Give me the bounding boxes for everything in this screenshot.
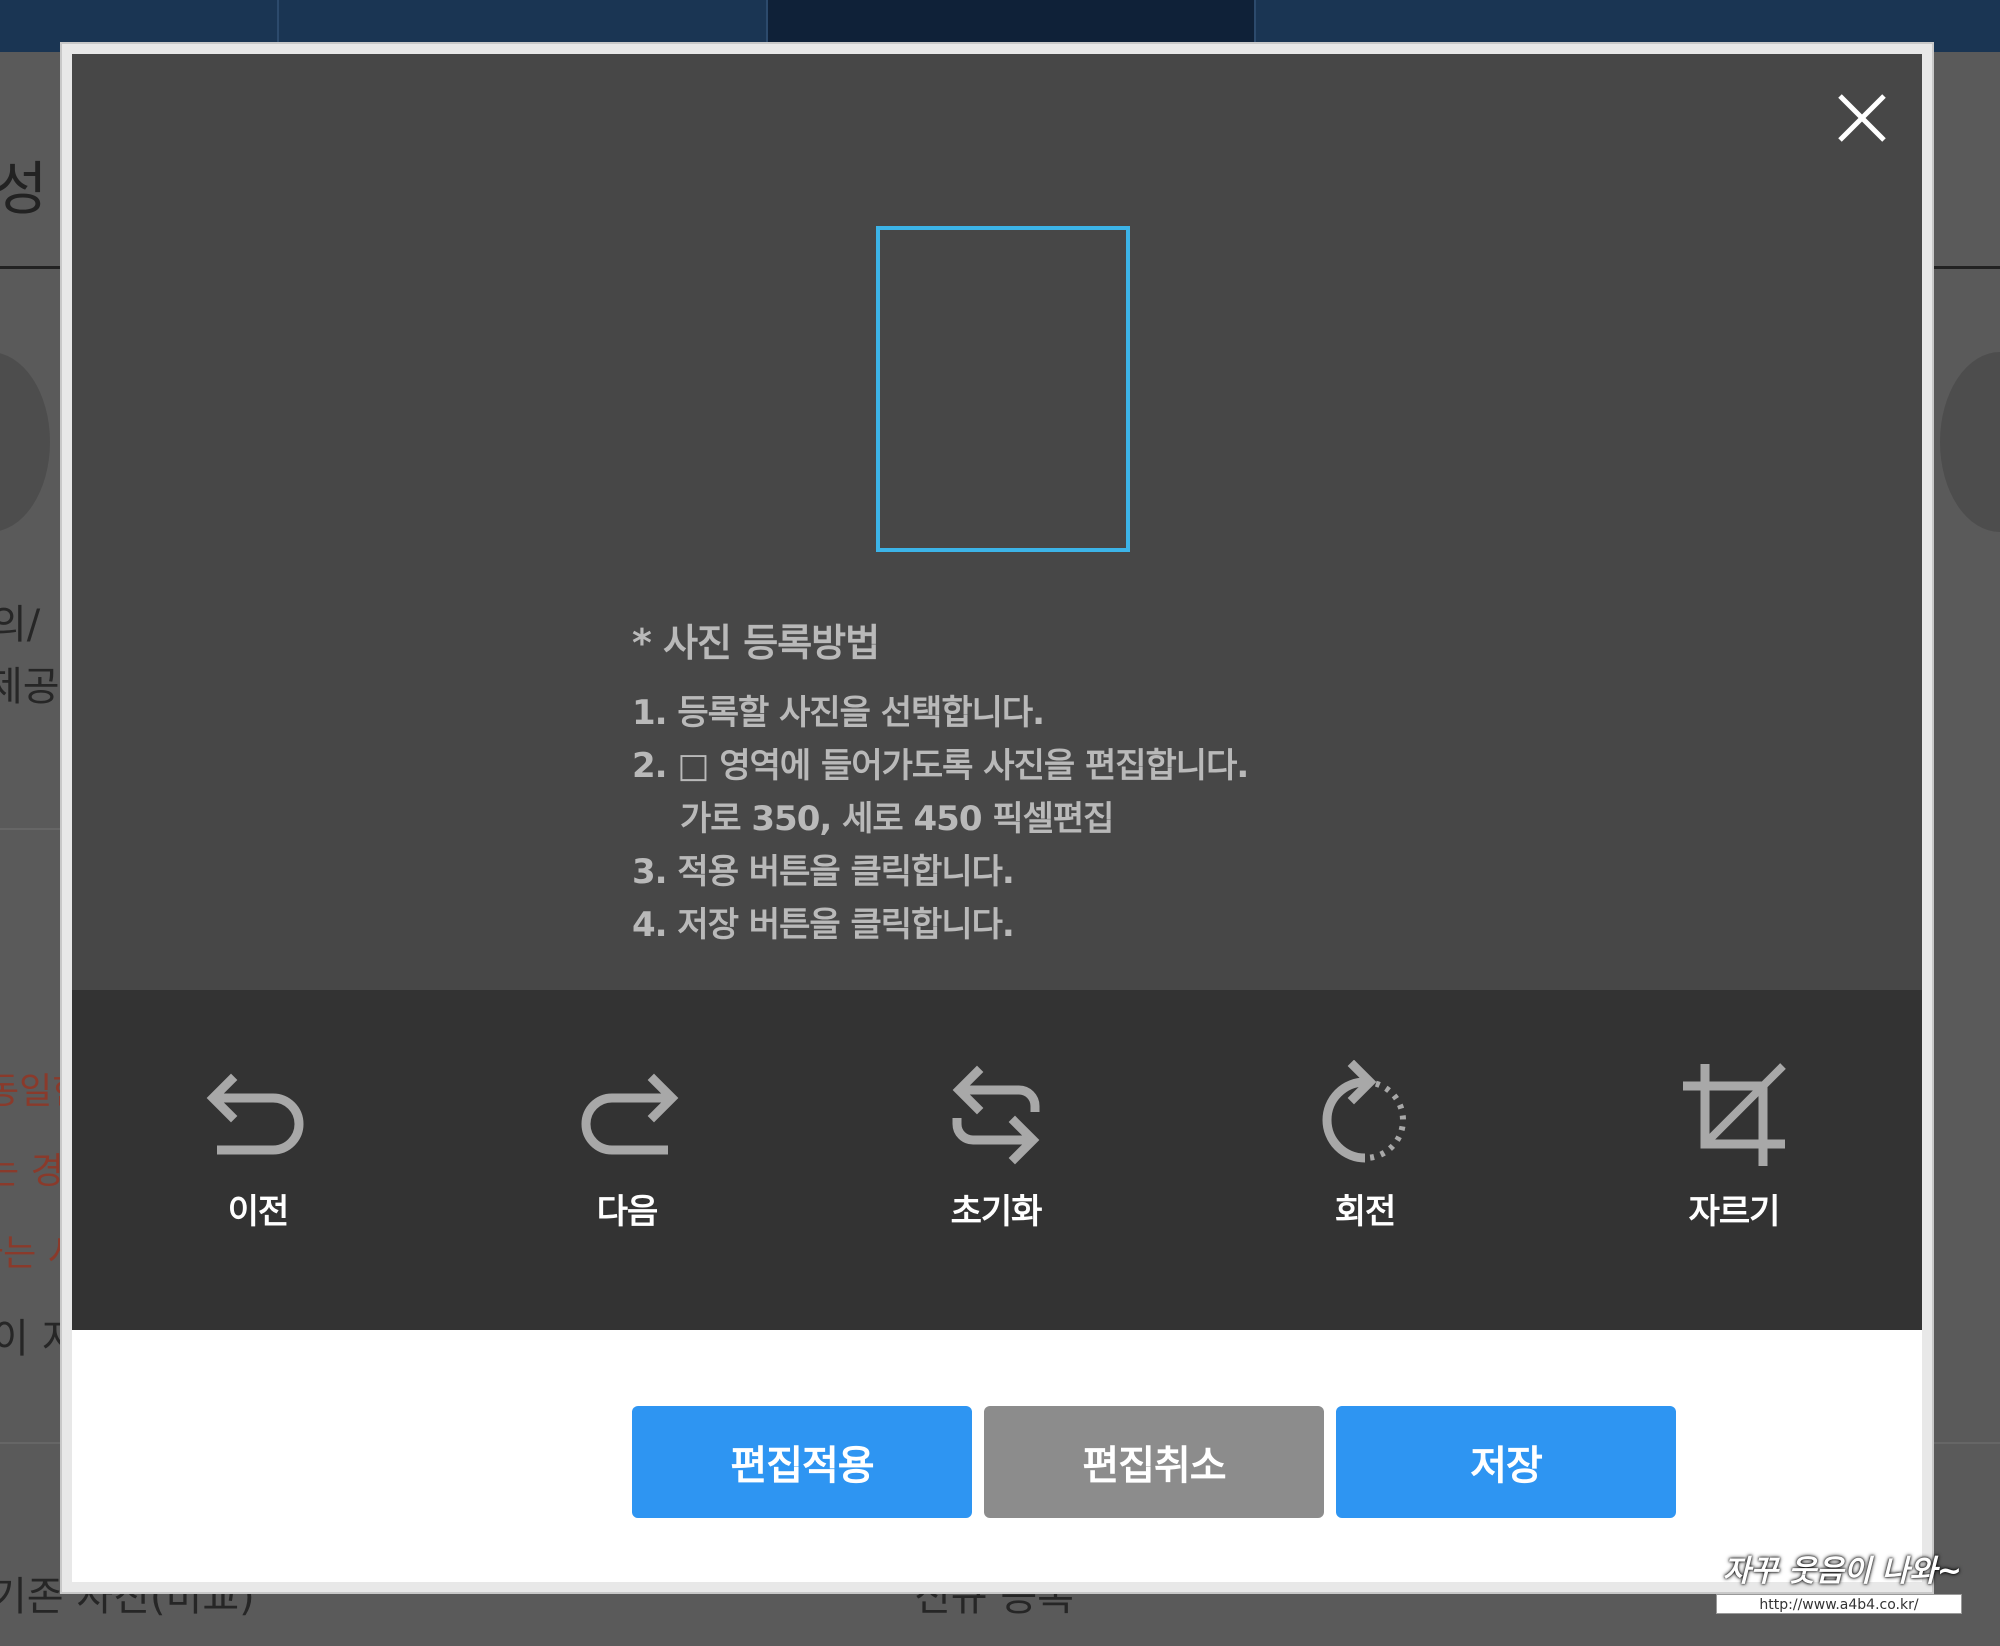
instruction-step: 3. 적용 버튼을 클릭합니다.: [632, 852, 1015, 892]
crop-label: 자르기: [1688, 1192, 1781, 1232]
reset-button[interactable]: 초기화: [896, 1060, 1096, 1280]
background-text: 제공: [0, 664, 60, 710]
instructions: * 사진 등록방법 1. 등록할 사진을 선택합니다. 2. □ 영역에 들어가…: [632, 612, 1432, 952]
instructions-title: * 사진 등록방법: [632, 621, 880, 665]
crop-guide-frame[interactable]: [876, 226, 1130, 552]
background-text: 의/: [0, 602, 41, 648]
redo-label: 다음: [596, 1192, 659, 1232]
watermark-text: 자꾸 웃음이 나와~: [1722, 1554, 1962, 1589]
instruction-step: 4. 저장 버튼을 클릭합니다.: [632, 905, 1015, 945]
close-button[interactable]: [1834, 90, 1890, 146]
background-divider: [0, 266, 62, 269]
instruction-step: 1. 등록할 사진을 선택합니다.: [632, 693, 1045, 733]
background-title-fragment: 성: [0, 155, 48, 223]
watermark-url: http://www.a4b4.co.kr/: [1716, 1594, 1962, 1614]
photo-edit-modal: * 사진 등록방법 1. 등록할 사진을 선택합니다. 2. □ 영역에 들어가…: [62, 44, 1932, 1592]
redo-icon: [581, 1073, 679, 1155]
background-circle: [0, 352, 50, 532]
edit-toolbar: 이전 다음 초기화 회전 자르기: [72, 990, 1922, 1330]
cancel-edit-button[interactable]: 편집취소: [984, 1406, 1324, 1518]
background-divider: [1932, 266, 2000, 269]
undo-button[interactable]: 이전: [158, 1060, 358, 1280]
rotate-label: 회전: [1334, 1192, 1397, 1232]
reset-label: 초기화: [950, 1192, 1043, 1232]
background-circle: [1940, 352, 2000, 532]
instruction-step: 2. □ 영역에 들어가도록 사진을 편집합니다.: [632, 746, 1249, 786]
rotate-icon: [1322, 1060, 1406, 1163]
undo-label: 이전: [227, 1192, 290, 1232]
reset-icon: [952, 1065, 1040, 1165]
undo-icon: [206, 1073, 304, 1155]
instruction-step: 가로 350, 세로 450 픽셀편집: [680, 799, 1114, 839]
background-divider: [0, 828, 62, 830]
action-buttons: 편집적용 편집취소 저장: [632, 1406, 1692, 1518]
close-icon: [1838, 94, 1886, 142]
rotate-button[interactable]: 회전: [1265, 1060, 1465, 1280]
image-canvas-area: * 사진 등록방법 1. 등록할 사진을 선택합니다. 2. □ 영역에 들어가…: [72, 54, 1922, 990]
crop-icon: [1683, 1063, 1786, 1166]
crop-button[interactable]: 자르기: [1634, 1060, 1834, 1280]
background-notice-text: 는 경: [0, 1151, 64, 1192]
watermark: 자꾸 웃음이 나와~ http://www.a4b4.co.kr/: [1716, 1546, 1962, 1614]
apply-edit-button[interactable]: 편집적용: [632, 1406, 972, 1518]
save-button[interactable]: 저장: [1336, 1406, 1676, 1518]
redo-button[interactable]: 다음: [527, 1060, 727, 1280]
